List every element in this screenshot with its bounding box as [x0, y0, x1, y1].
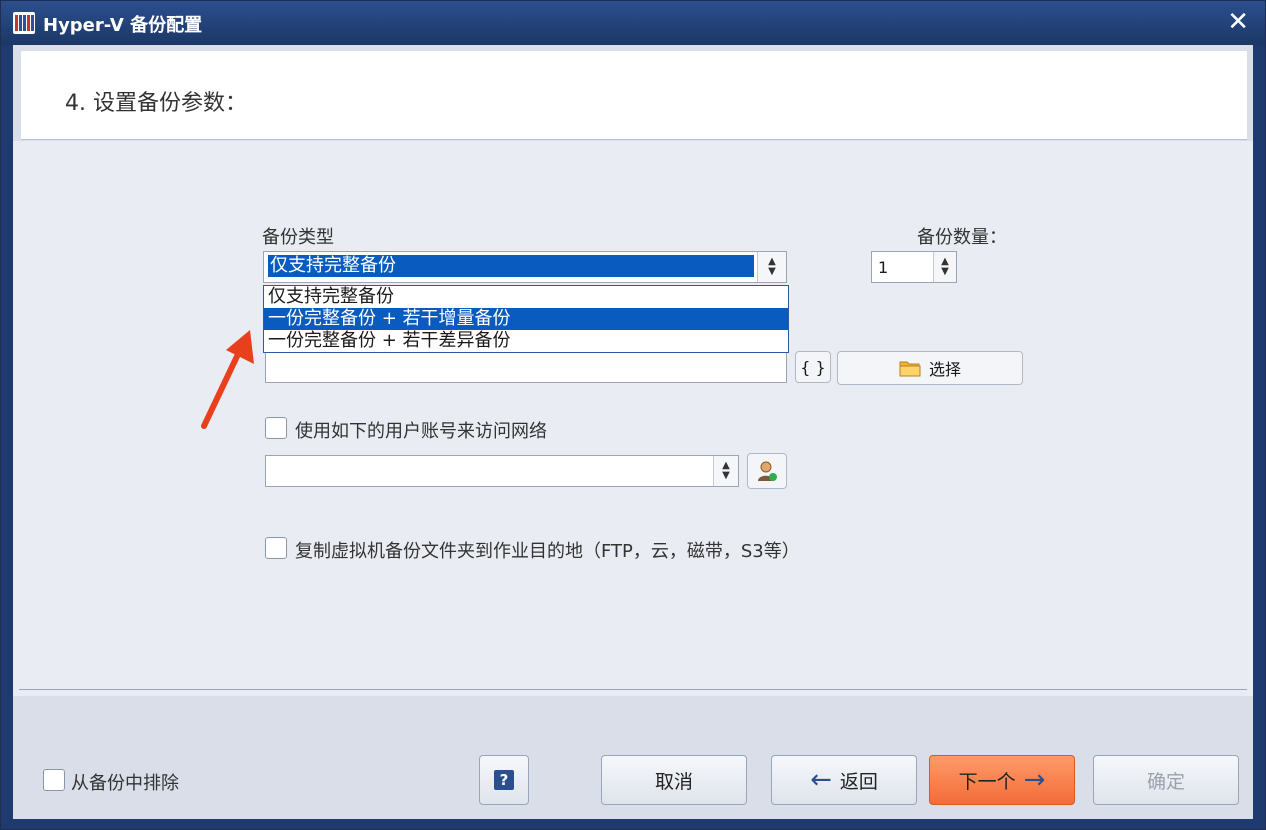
network-account-label: 使用如下的用户账号来访问网络: [295, 421, 547, 442]
network-account-checkbox[interactable]: [265, 417, 287, 439]
dropdown-option-highlighted[interactable]: 一份完整备份 + 若干增量备份: [264, 308, 788, 330]
backup-type-selected-value: 仅支持完整备份: [268, 255, 754, 277]
network-account-select[interactable]: ▲ ▼: [265, 455, 739, 487]
user-icon: [758, 461, 777, 481]
help-icon: ?: [494, 770, 514, 790]
dialog-window: Hyper-V 备份配置 ✕ 4. 设置备份参数： 备份类型 仅支持完整备份 ▲…: [0, 0, 1266, 830]
window-title: Hyper-V 备份配置: [43, 15, 203, 36]
ok-button[interactable]: 确定: [1093, 755, 1239, 805]
select-folder-label: 选择: [928, 360, 961, 379]
arrow-right-icon: →: [1023, 765, 1046, 795]
dropdown-option[interactable]: 仅支持完整备份: [264, 286, 788, 308]
app-icon: [13, 12, 35, 34]
stepper-arrows-icon[interactable]: ▲ ▼: [933, 252, 956, 282]
destination-path-input[interactable]: [265, 351, 787, 383]
copy-to-destination-checkbox[interactable]: [265, 537, 287, 559]
exclude-from-backup-label: 从备份中排除: [71, 773, 179, 794]
manage-accounts-button[interactable]: [747, 453, 787, 489]
dialog-footer: 从备份中排除 ? 取消 ← 返回 下一个 → 确定: [13, 721, 1253, 819]
chevron-updown-icon[interactable]: ▲ ▼: [757, 252, 786, 282]
page-title: 4. 设置备份参数：: [65, 91, 247, 116]
backup-type-label: 备份类型: [262, 227, 334, 248]
chevron-updown-icon[interactable]: ▲ ▼: [713, 456, 738, 486]
cancel-label: 取消: [654, 770, 693, 793]
back-button[interactable]: ← 返回: [771, 755, 917, 805]
cancel-button[interactable]: 取消: [601, 755, 747, 805]
copy-to-destination-label: 复制虚拟机备份文件夹到作业目的地（FTP，云，磁带，S3等）: [295, 541, 800, 562]
close-icon[interactable]: ✕: [1227, 7, 1249, 37]
exclude-from-backup-checkbox[interactable]: [43, 769, 65, 791]
backup-type-dropdown-list[interactable]: 仅支持完整备份 一份完整备份 + 若干增量备份 一份完整备份 + 若干差异备份: [263, 285, 789, 353]
step-header: 4. 设置备份参数：: [21, 51, 1247, 140]
help-button[interactable]: ?: [479, 755, 529, 805]
ok-label: 确定: [1146, 770, 1185, 793]
backup-type-select[interactable]: 仅支持完整备份 ▲ ▼: [263, 251, 787, 283]
folder-icon: [899, 361, 921, 377]
backup-count-label: 备份数量：: [917, 227, 1007, 248]
next-button[interactable]: 下一个 →: [929, 755, 1075, 805]
divider: [19, 689, 1247, 690]
backup-count-stepper[interactable]: 1 ▲ ▼: [871, 251, 957, 283]
dropdown-option[interactable]: 一份完整备份 + 若干差异备份: [264, 330, 788, 352]
backup-count-value: 1: [878, 258, 889, 277]
back-label: 返回: [839, 770, 878, 793]
variables-button[interactable]: { }: [795, 351, 831, 383]
dialog-client: 4. 设置备份参数： 备份类型 仅支持完整备份 ▲ ▼ 备份数量： 1 ▲ ▼ { …: [13, 45, 1253, 819]
annotation-arrow-icon: [201, 330, 254, 429]
arrow-left-icon: ←: [810, 765, 832, 795]
title-bar[interactable]: Hyper-V 备份配置 ✕: [1, 1, 1265, 45]
next-label: 下一个: [958, 770, 1016, 793]
select-folder-button[interactable]: 选择: [837, 351, 1023, 385]
